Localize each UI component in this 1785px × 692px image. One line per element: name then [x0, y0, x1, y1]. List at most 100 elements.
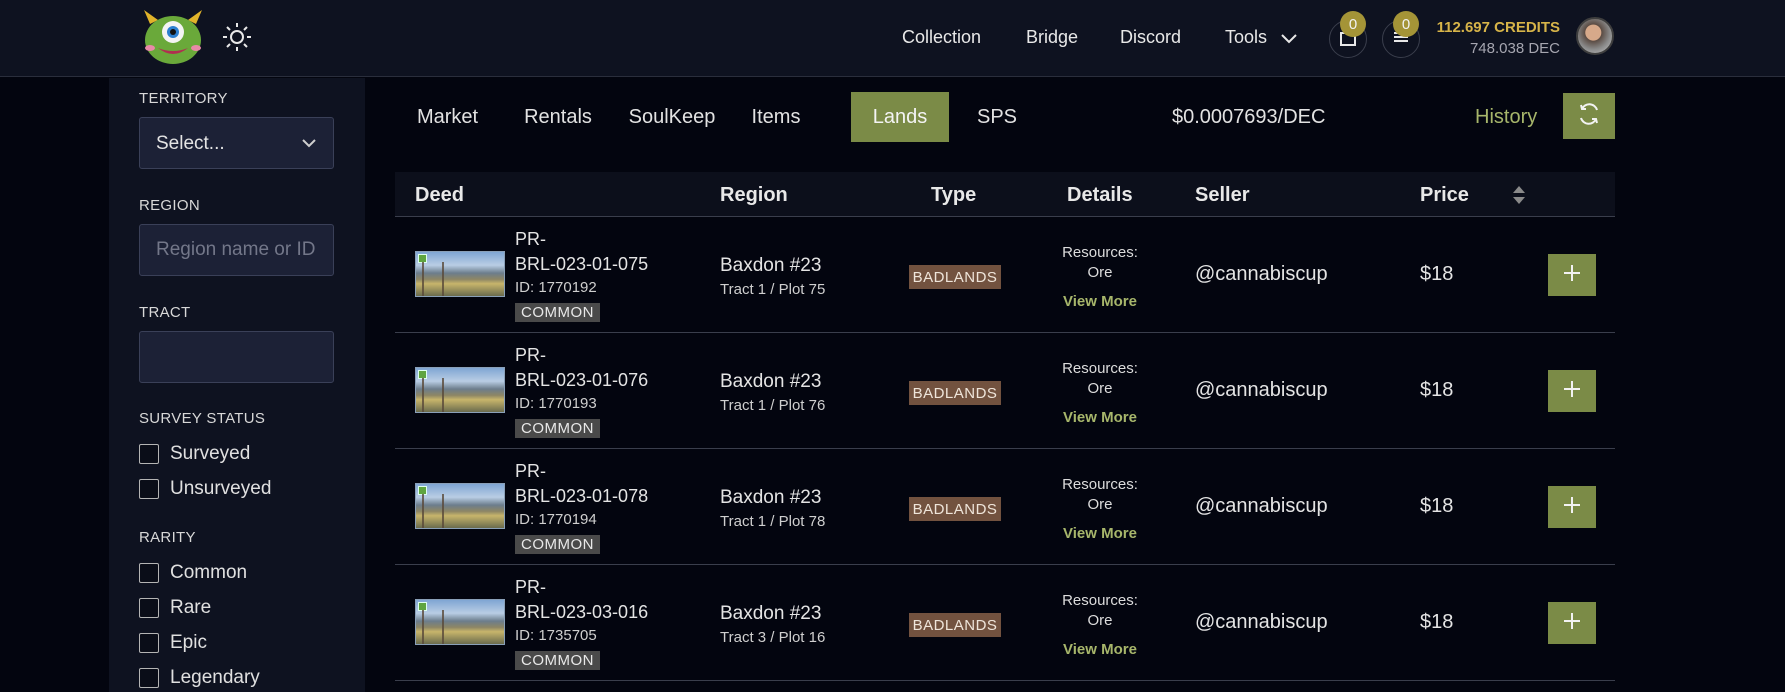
- view-more-link[interactable]: View More: [1050, 409, 1150, 426]
- table-row: PR- BRL-023-01-075 ID: 1770192 COMMON Ba…: [395, 217, 1615, 333]
- tab-rentals[interactable]: Rentals: [508, 92, 608, 142]
- checkbox-box[interactable]: [139, 479, 159, 499]
- rarity-legendary-checkbox[interactable]: Legendary: [139, 667, 260, 689]
- nav-tools[interactable]: Tools: [1225, 27, 1298, 49]
- sun-icon[interactable]: [222, 22, 252, 52]
- seller-name[interactable]: @cannabiscup: [1195, 379, 1328, 402]
- deed-name-line: PR-: [515, 229, 546, 249]
- add-to-cart-button[interactable]: [1548, 370, 1596, 412]
- price-value: $18: [1420, 611, 1454, 633]
- unsurveyed-checkbox[interactable]: Unsurveyed: [139, 478, 271, 500]
- tab-sps[interactable]: SPS: [959, 92, 1035, 142]
- checkbox-label: Unsurveyed: [170, 478, 272, 499]
- deed-name-line: BRL-023-01-078: [515, 486, 649, 506]
- rarity-common-checkbox[interactable]: Common: [139, 562, 247, 584]
- chevron-down-icon: [1280, 28, 1298, 49]
- rarity-epic-checkbox[interactable]: Epic: [139, 632, 207, 654]
- col-type: Type: [931, 184, 977, 206]
- list-button[interactable]: 0: [1382, 11, 1420, 58]
- view-more-link[interactable]: View More: [1050, 641, 1150, 658]
- table-row: PR- BRL-023-01-076 ID: 1770193 COMMON Ba…: [395, 333, 1615, 449]
- checkbox-label: Rare: [170, 597, 212, 618]
- filter-sidebar: TERRITORY Select... REGION TRACT SURVEY …: [109, 78, 365, 692]
- rarity-rare-checkbox[interactable]: Rare: [139, 597, 211, 619]
- resources-value: Ore: [1087, 264, 1113, 281]
- avatar[interactable]: [1576, 17, 1614, 55]
- land-thumbnail[interactable]: [415, 483, 505, 529]
- land-thumbnail[interactable]: [415, 599, 505, 645]
- checkbox-box[interactable]: [139, 563, 159, 583]
- cart-button[interactable]: 0: [1329, 11, 1367, 58]
- col-price[interactable]: Price: [1420, 184, 1469, 207]
- price-value: $18: [1420, 263, 1454, 285]
- deed-name-line: BRL-023-03-016: [515, 602, 649, 622]
- plus-icon: [1562, 495, 1582, 520]
- col-deed: Deed: [415, 184, 464, 206]
- deed-name[interactable]: PR- BRL-023-01-078: [515, 459, 675, 509]
- history-link[interactable]: History: [1475, 106, 1537, 129]
- deed-name-line: BRL-023-01-076: [515, 370, 649, 390]
- add-to-cart-button[interactable]: [1548, 254, 1596, 296]
- checkbox-label: Epic: [170, 632, 207, 653]
- dec-balance: 748.038 DEC: [1469, 40, 1560, 57]
- deed-id: ID: 1770194: [515, 511, 597, 528]
- deed-name[interactable]: PR- BRL-023-03-016: [515, 575, 675, 625]
- tab-lands[interactable]: Lands: [851, 92, 949, 142]
- table-row: PR- BRL-023-01-078 ID: 1770194 COMMON Ba…: [395, 449, 1615, 565]
- seller-name[interactable]: @cannabiscup: [1195, 495, 1328, 518]
- col-seller: Seller: [1195, 184, 1250, 206]
- tab-soulkeep[interactable]: SoulKeep: [617, 92, 727, 142]
- type-badge: BADLANDS: [909, 613, 1001, 637]
- plus-icon: [1562, 379, 1582, 404]
- type-badge: BADLANDS: [909, 265, 1001, 289]
- region-label: REGION: [139, 197, 200, 214]
- checkbox-box[interactable]: [139, 668, 159, 688]
- seller-name[interactable]: @cannabiscup: [1195, 611, 1328, 634]
- rarity-badge: COMMON: [515, 419, 600, 438]
- surveyed-checkbox[interactable]: Surveyed: [139, 443, 250, 465]
- tab-items[interactable]: Items: [733, 92, 819, 142]
- deed-name-line: PR-: [515, 577, 546, 597]
- plus-icon: [1562, 263, 1582, 288]
- add-to-cart-button[interactable]: [1548, 602, 1596, 644]
- checkbox-label: Legendary: [170, 667, 260, 688]
- checkbox-box[interactable]: [139, 633, 159, 653]
- refresh-button[interactable]: [1563, 93, 1615, 139]
- deed-name[interactable]: PR- BRL-023-01-075: [515, 227, 675, 277]
- region-input[interactable]: [139, 224, 334, 276]
- tab-market[interactable]: Market: [395, 92, 500, 142]
- deed-name-line: BRL-023-01-075: [515, 254, 649, 274]
- territory-select[interactable]: Select...: [139, 117, 334, 169]
- territory-label: TERRITORY: [139, 90, 228, 107]
- deed-name-line: PR-: [515, 461, 546, 481]
- resources-value: Ore: [1087, 612, 1113, 629]
- view-more-link[interactable]: View More: [1050, 525, 1150, 542]
- rarity-badge: COMMON: [515, 303, 600, 322]
- region-name: Baxdon #23: [720, 603, 822, 624]
- tract-plot: Tract 3 / Plot 16: [720, 629, 826, 646]
- checkbox-box[interactable]: [139, 598, 159, 618]
- land-thumbnail[interactable]: [415, 367, 505, 413]
- nav-collection[interactable]: Collection: [902, 27, 981, 48]
- tract-label: TRACT: [139, 304, 191, 321]
- type-badge: BADLANDS: [909, 497, 1001, 521]
- seller-name[interactable]: @cannabiscup: [1195, 263, 1328, 286]
- region-name: Baxdon #23: [720, 371, 822, 392]
- deed-name[interactable]: PR- BRL-023-01-076: [515, 343, 675, 393]
- monster-logo-icon[interactable]: [138, 10, 208, 66]
- tract-plot: Tract 1 / Plot 78: [720, 513, 826, 530]
- tract-plot: Tract 1 / Plot 76: [720, 397, 826, 414]
- nav-tools-label: Tools: [1225, 27, 1268, 47]
- add-to-cart-button[interactable]: [1548, 486, 1596, 528]
- nav-discord[interactable]: Discord: [1120, 27, 1181, 48]
- sort-icon[interactable]: [1512, 185, 1526, 210]
- checkbox-box[interactable]: [139, 444, 159, 464]
- view-more-link[interactable]: View More: [1050, 293, 1150, 310]
- details-resources: Resources: Ore: [1050, 359, 1150, 399]
- land-thumbnail[interactable]: [415, 251, 505, 297]
- top-navbar: Collection Bridge Discord Tools 0 0 112.…: [0, 0, 1785, 77]
- col-details: Details: [1067, 184, 1133, 206]
- tract-input[interactable]: [139, 331, 334, 383]
- nav-bridge[interactable]: Bridge: [1026, 27, 1078, 48]
- price-value: $18: [1420, 495, 1454, 517]
